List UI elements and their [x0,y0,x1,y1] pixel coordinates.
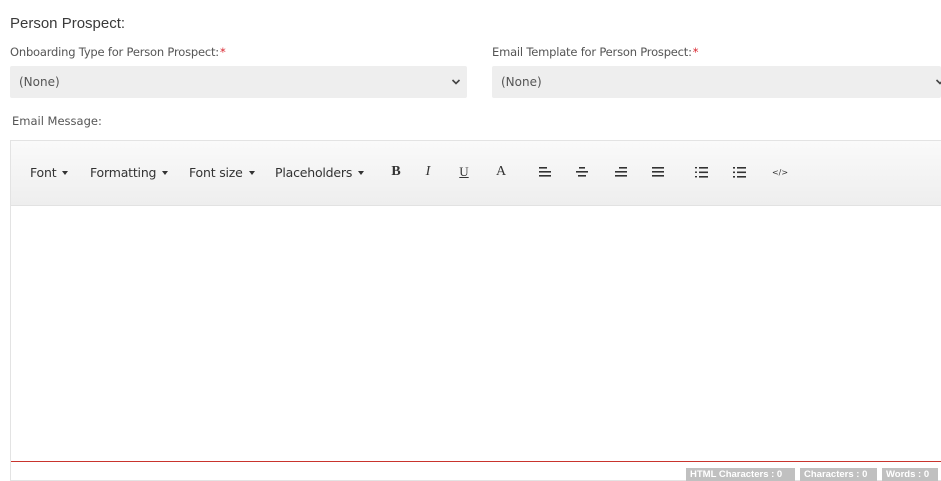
onboarding-type-label: Onboarding Type for Person Prospect:* [10,45,226,59]
unordered-list-button[interactable] [729,161,749,183]
editor-content-area[interactable] [11,205,941,462]
email-template-value: (None) [501,75,542,89]
formatting-dropdown-label: Formatting [90,165,157,180]
font-dropdown-label: Font [30,165,57,180]
underline-button[interactable]: U [454,161,474,183]
placeholders-dropdown-label: Placeholders [275,165,353,180]
font-color-button[interactable]: A [491,161,511,183]
html-characters-count: HTML Characters : 0 [686,468,795,481]
words-count: Words : 0 [882,468,938,481]
rich-text-editor: Font Formatting Font size Placeholders B… [10,140,941,481]
align-center-button[interactable] [572,161,592,183]
editor-toolbar: Font Formatting Font size Placeholders B… [11,141,941,206]
align-justify-icon [652,167,664,177]
code-view-button[interactable]: </> [770,161,790,183]
ordered-list-button[interactable] [691,161,711,183]
align-right-icon [615,167,627,177]
email-message-label: Email Message: [12,114,102,128]
align-right-button[interactable] [611,161,631,183]
caret-down-icon [62,170,69,175]
characters-count: Characters : 0 [800,468,877,481]
editor-divider [11,461,941,462]
email-template-label-text: Email Template for Person Prospect: [492,45,692,59]
section-title: Person Prospect: [10,15,126,32]
email-template-select[interactable]: (None) [492,66,941,98]
caret-down-icon [162,170,169,175]
required-asterisk: * [692,45,699,59]
email-template-label: Email Template for Person Prospect:* [492,45,699,59]
align-left-button[interactable] [535,161,555,183]
onboarding-type-select[interactable]: (None) [10,66,467,98]
caret-down-icon [358,170,365,175]
align-center-icon [576,167,588,177]
onboarding-type-label-text: Onboarding Type for Person Prospect: [10,45,219,59]
chevron-down-icon [935,79,941,85]
font-size-dropdown[interactable]: Font size [189,165,255,180]
onboarding-type-value: (None) [19,75,60,89]
font-size-dropdown-label: Font size [189,165,243,180]
placeholders-dropdown[interactable]: Placeholders [275,165,365,180]
ordered-list-icon [694,166,708,178]
italic-button[interactable]: I [418,161,438,183]
chevron-down-icon [451,79,461,85]
caret-down-icon [248,170,255,175]
bold-button[interactable]: B [386,161,406,183]
unordered-list-icon [732,166,746,178]
font-dropdown[interactable]: Font [30,165,69,180]
required-asterisk: * [219,45,226,59]
formatting-dropdown[interactable]: Formatting [90,165,169,180]
align-left-icon [539,167,551,177]
align-justify-button[interactable] [648,161,668,183]
